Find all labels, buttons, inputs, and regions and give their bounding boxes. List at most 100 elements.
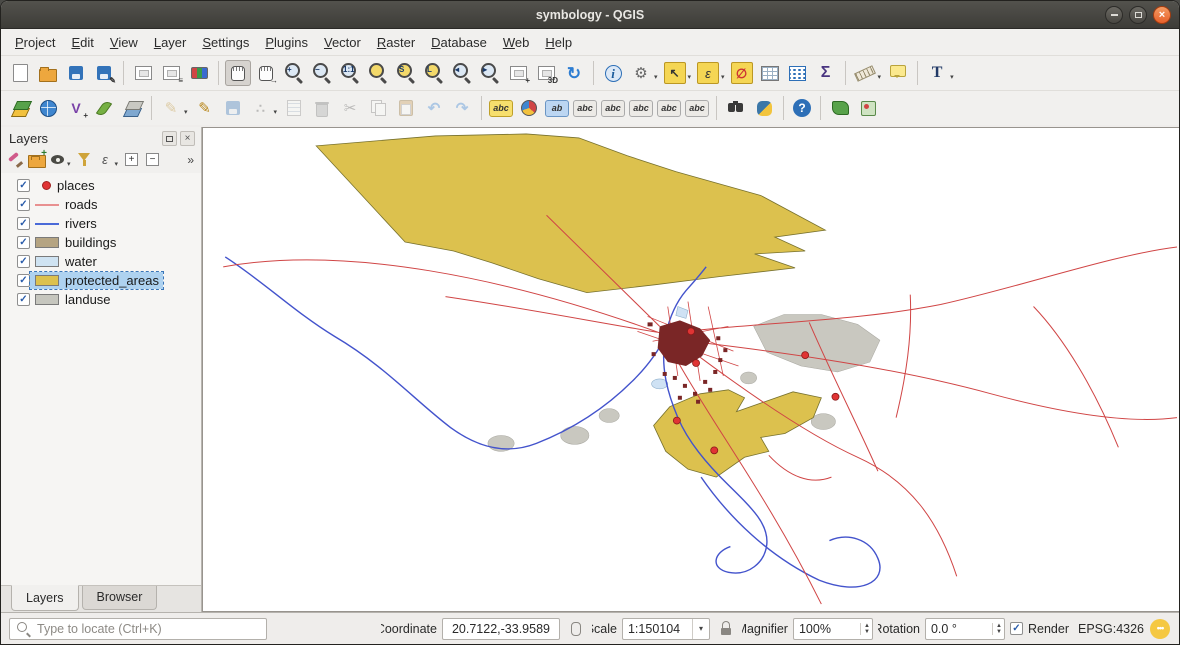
open-project-icon[interactable] [35, 60, 61, 86]
menu-raster[interactable]: Raster [369, 31, 423, 54]
layer-row-protected-areas[interactable]: ✓ protected_areas [1, 271, 201, 290]
current-edits-icon[interactable]: ✎ [158, 95, 184, 121]
data-source-manager-icon[interactable] [7, 95, 33, 121]
delete-selected-icon[interactable] [309, 95, 335, 121]
python-console-icon[interactable] [751, 95, 777, 121]
zoom-to-selection-icon[interactable]: S [393, 60, 419, 86]
rivers-checkbox[interactable]: ✓ [17, 217, 30, 230]
protected-areas-checkbox[interactable]: ✓ [17, 274, 30, 287]
layer-row-buildings[interactable]: ✓ buildings [1, 233, 201, 252]
close-panel-icon[interactable]: × [180, 131, 195, 146]
scale-dropdown-icon[interactable]: ▾ [692, 619, 709, 639]
minimize-icon[interactable] [1105, 6, 1123, 24]
add-group-icon[interactable]: + [26, 149, 47, 170]
locate-input[interactable] [35, 621, 263, 637]
show-hide-labels-icon[interactable]: abc [601, 100, 625, 117]
zoom-native-icon[interactable]: 1:1 [337, 60, 363, 86]
float-panel-icon[interactable] [162, 131, 177, 146]
layer-row-places[interactable]: ✓ places [1, 176, 201, 195]
cut-features-icon[interactable]: ✂ [337, 95, 363, 121]
layer-row-rivers[interactable]: ✓ rivers [1, 214, 201, 233]
lock-scale-icon[interactable] [716, 619, 736, 639]
expand-all-icon[interactable]: + [121, 149, 142, 170]
layer-row-roads[interactable]: ✓ roads [1, 195, 201, 214]
vertex-tool-icon[interactable]: ∴ [248, 95, 274, 121]
highlight-pinned-labels-icon[interactable]: ab [545, 100, 569, 117]
pan-map-to-selection-icon[interactable]: → [253, 60, 279, 86]
close-icon[interactable]: × [1153, 6, 1171, 24]
magnifier-spinbox[interactable]: 100% ▲ ▼ [793, 618, 873, 640]
toggle-editing-icon[interactable]: ✎ [192, 95, 218, 121]
new-shapefile-layer-icon[interactable]: V+ [63, 95, 89, 121]
landuse-checkbox[interactable]: ✓ [17, 293, 30, 306]
menu-plugins[interactable]: Plugins [257, 31, 316, 54]
copy-features-icon[interactable] [365, 95, 391, 121]
map-tips-icon[interactable] [885, 60, 911, 86]
coordinate-field[interactable]: 20.7122,-33.9589 [442, 618, 560, 640]
text-annotation-dropdown-icon[interactable]: ▾ [950, 73, 954, 81]
run-feature-action-icon[interactable]: ⚙ [628, 60, 654, 86]
select-features-dropdown-icon[interactable]: ▾ [688, 73, 692, 81]
run-feature-action-dropdown-icon[interactable]: ▾ [654, 73, 658, 81]
roads-checkbox[interactable]: ✓ [17, 198, 30, 211]
rotate-label-icon[interactable]: abc [657, 100, 681, 117]
tab-layers[interactable]: Layers [11, 585, 79, 611]
style-manager-icon[interactable] [186, 60, 212, 86]
layer-row-water[interactable]: ✓ water [1, 252, 201, 271]
save-layer-edits-icon[interactable] [220, 95, 246, 121]
new-map-view-icon[interactable]: + [505, 60, 531, 86]
save-project-icon[interactable] [63, 60, 89, 86]
select-features-by-value-icon[interactable]: ε [697, 62, 719, 84]
menu-vector[interactable]: Vector [316, 31, 369, 54]
magnifier-spin-buttons[interactable]: ▲ ▼ [860, 623, 870, 635]
add-wms-layer-icon[interactable] [35, 95, 61, 121]
zoom-last-icon[interactable]: ◂ [449, 60, 475, 86]
select-features-by-value-dropdown-icon[interactable]: ▾ [721, 73, 725, 81]
extents-toggle-icon[interactable] [566, 619, 586, 639]
manage-map-themes-icon[interactable] [47, 149, 68, 170]
new-virtual-layer-icon[interactable] [119, 95, 145, 121]
tab-browser[interactable]: Browser [82, 586, 158, 610]
change-label-icon[interactable]: abc [685, 100, 709, 117]
rotation-spin-buttons[interactable]: ▲ ▼ [992, 623, 1002, 635]
new-print-layout-icon[interactable] [130, 60, 156, 86]
text-annotation-icon[interactable]: T [924, 60, 950, 86]
move-label-icon[interactable]: abc [629, 100, 653, 117]
collapse-all-icon[interactable]: − [142, 149, 163, 170]
menu-database[interactable]: Database [423, 31, 495, 54]
redo-icon[interactable]: ↷ [449, 95, 475, 121]
new-project-icon[interactable] [7, 60, 33, 86]
pin-unpin-labels-icon[interactable]: abc [573, 100, 597, 117]
zoom-to-layer-icon[interactable]: L [421, 60, 447, 86]
places-checkbox[interactable]: ✓ [17, 179, 30, 192]
paste-features-icon[interactable] [393, 95, 419, 121]
show-layout-manager-icon[interactable]: ≡ [158, 60, 184, 86]
maximize-icon[interactable] [1129, 6, 1147, 24]
map-canvas[interactable] [202, 127, 1179, 612]
zoom-out-icon[interactable]: − [309, 60, 335, 86]
vertex-tool-dropdown-icon[interactable]: ▾ [274, 108, 278, 116]
open-layer-styling-icon[interactable] [5, 149, 26, 170]
new-geopackage-layer-icon[interactable] [91, 95, 117, 121]
grass-tools-icon[interactable] [827, 95, 853, 121]
filter-legend-icon[interactable] [74, 149, 95, 170]
undo-icon[interactable]: ↶ [421, 95, 447, 121]
current-edits-dropdown-icon[interactable]: ▾ [184, 108, 188, 116]
layer-row-landuse[interactable]: ✓ landuse [1, 290, 201, 309]
deselect-features-icon[interactable]: ∅ [731, 62, 753, 84]
zoom-full-icon[interactable] [365, 60, 391, 86]
menu-project[interactable]: Project [7, 31, 63, 54]
save-project-as-icon[interactable]: ✎ [91, 60, 117, 86]
scale-combo[interactable]: 1:150104 ▾ [622, 618, 710, 640]
zoom-next-icon[interactable]: ▸ [477, 60, 503, 86]
statistical-summary-icon[interactable]: Σ [813, 60, 839, 86]
buildings-checkbox[interactable]: ✓ [17, 236, 30, 249]
render-checkbox[interactable]: ✓ [1010, 622, 1023, 635]
help-contents-icon[interactable]: ? [793, 99, 811, 117]
locate-box[interactable] [9, 618, 267, 640]
measure-line-dropdown-icon[interactable]: ▾ [878, 73, 882, 81]
menu-layer[interactable]: Layer [146, 31, 195, 54]
select-features-icon[interactable]: ↖ [664, 62, 686, 84]
layer-labeling-options-icon[interactable]: abc [489, 100, 513, 117]
menu-edit[interactable]: Edit [63, 31, 101, 54]
